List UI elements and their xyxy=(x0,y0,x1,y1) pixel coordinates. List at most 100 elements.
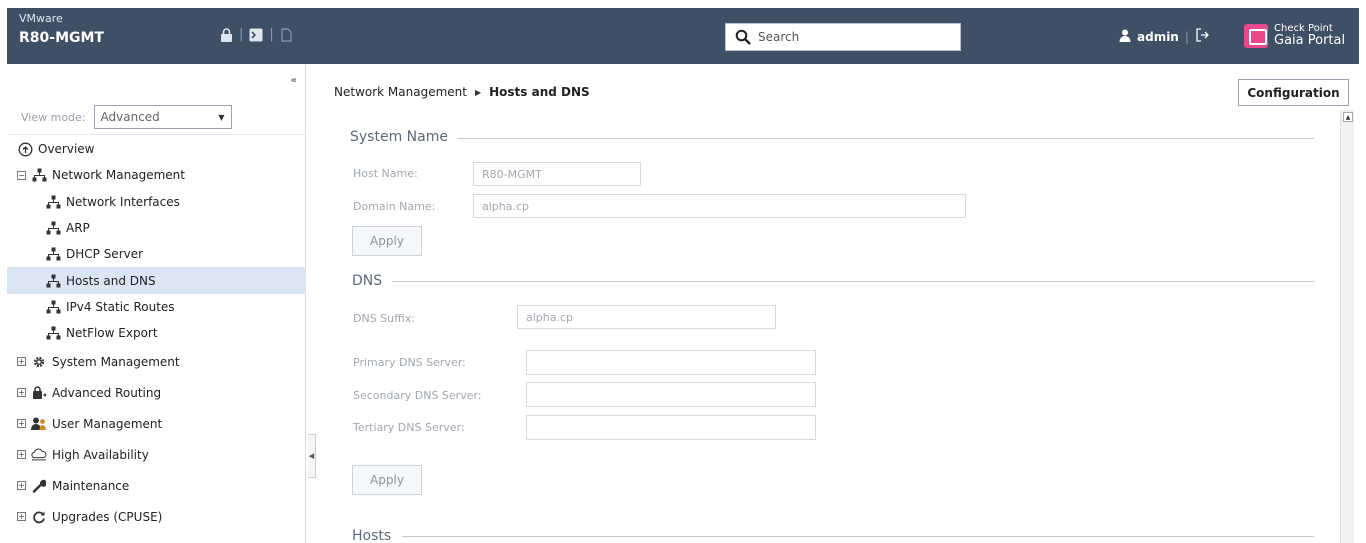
header-tools: | | xyxy=(219,27,294,42)
secondary-dns-field[interactable] xyxy=(526,382,816,407)
view-mode-label: View mode: xyxy=(21,110,86,124)
sidebar-item-label: NetFlow Export xyxy=(66,326,158,341)
section-title-hosts: Hosts xyxy=(352,528,392,543)
expand-icon[interactable]: + xyxy=(17,512,26,522)
primary-dns-field[interactable] xyxy=(526,350,816,375)
apply-dns-button[interactable]: Apply xyxy=(352,465,422,495)
search-input[interactable] xyxy=(758,30,948,44)
apply-system-name-button[interactable]: Apply xyxy=(352,226,422,256)
expand-icon[interactable]: + xyxy=(17,450,26,460)
network-icon xyxy=(45,273,61,289)
network-icon xyxy=(31,167,47,183)
host-name-label: Host Name: xyxy=(353,167,418,180)
network-icon xyxy=(45,246,61,262)
vendor-label: VMware xyxy=(19,12,63,25)
dns-suffix-field[interactable]: alpha.cp xyxy=(517,305,776,329)
sidebar-item-maintenance[interactable]: + Maintenance xyxy=(7,470,306,501)
sidebar-item-label: System Management xyxy=(52,354,180,369)
sidebar-item-label: Overview xyxy=(38,142,95,157)
brand: VMware R80-MGMT xyxy=(19,12,104,49)
search-box[interactable] xyxy=(725,23,961,51)
lock-icon[interactable] xyxy=(219,27,233,42)
divider xyxy=(7,134,306,135)
top-header: VMware R80-MGMT | | admin | Ch xyxy=(7,8,1359,64)
sidebar-item-arp[interactable]: ARP xyxy=(7,215,306,241)
user-menu[interactable]: admin | xyxy=(1119,28,1209,45)
section-divider xyxy=(458,138,1314,139)
sidebar-item-dhcp-server[interactable]: DHCP Server xyxy=(7,241,306,267)
sidebar-item-advanced-routing[interactable]: + Advanced Routing xyxy=(7,377,306,408)
section-title-system-name: System Name xyxy=(350,129,448,145)
network-icon xyxy=(45,325,61,341)
primary-dns-label: Primary DNS Server: xyxy=(353,356,466,369)
chevron-right-icon: ▶ xyxy=(474,87,482,97)
expand-icon[interactable]: + xyxy=(17,357,26,367)
sidebar-item-label: Hosts and DNS xyxy=(66,273,156,288)
checkpoint-logo: Check Point Gaia Portal xyxy=(1244,23,1345,48)
separator: | xyxy=(239,27,244,42)
expand-icon[interactable]: + xyxy=(17,481,26,491)
sidebar-item-network-interfaces[interactable]: Network Interfaces xyxy=(7,189,306,215)
domain-name-label: Domain Name: xyxy=(353,200,436,213)
breadcrumb-current: Hosts and DNS xyxy=(489,85,590,99)
network-icon xyxy=(45,220,61,236)
expand-icon[interactable]: + xyxy=(17,388,26,398)
domain-name-field[interactable]: alpha.cp xyxy=(473,194,966,218)
section-title-dns: DNS xyxy=(352,273,383,289)
logo-text: Check Point Gaia Portal xyxy=(1274,23,1345,48)
secondary-dns-label: Secondary DNS Server: xyxy=(353,389,482,402)
overview-icon xyxy=(17,141,33,157)
chevron-down-icon: ▼ xyxy=(218,112,225,122)
scroll-up-icon[interactable]: ▲ xyxy=(1343,112,1353,122)
expand-icon[interactable]: + xyxy=(17,419,26,429)
sidebar-item-label: Network Interfaces xyxy=(66,194,180,209)
sidebar-item-upgrades-cpuse[interactable]: + Upgrades (CPUSE) xyxy=(7,501,306,532)
logout-icon[interactable] xyxy=(1195,28,1209,45)
users-icon xyxy=(31,416,47,432)
terminal-icon[interactable] xyxy=(249,28,263,42)
network-icon xyxy=(45,299,61,315)
routing-icon xyxy=(31,385,47,401)
sidebar-item-hosts-and-dns[interactable]: Hosts and DNS xyxy=(7,267,306,294)
user-icon xyxy=(1119,29,1131,45)
host-name-field[interactable]: R80-MGMT xyxy=(473,162,641,186)
sidebar-item-label: DHCP Server xyxy=(66,247,144,262)
sidebar-item-label: Maintenance xyxy=(52,478,130,493)
document-icon[interactable] xyxy=(280,27,294,42)
vertical-scrollbar[interactable]: ▲ xyxy=(1340,110,1354,543)
wrench-icon xyxy=(31,478,47,494)
tertiary-dns-field[interactable] xyxy=(526,415,816,440)
section-divider xyxy=(392,281,1314,282)
sidebar-item-netflow-export[interactable]: NetFlow Export xyxy=(7,320,306,346)
refresh-icon xyxy=(31,509,47,525)
sidebar-item-label: Advanced Routing xyxy=(52,385,162,400)
configuration-button[interactable]: Configuration xyxy=(1238,79,1349,106)
sidebar-item-high-availability[interactable]: + High Availability xyxy=(7,439,306,470)
sidebar-item-system-management[interactable]: + System Management xyxy=(7,346,306,377)
sidebar-resize-handle[interactable]: ◀ xyxy=(308,434,316,478)
hostname-label: R80-MGMT xyxy=(19,30,104,46)
separator: | xyxy=(1184,29,1189,44)
sidebar-item-overview[interactable]: Overview xyxy=(7,136,306,162)
username[interactable]: admin xyxy=(1137,30,1179,44)
sidebar-item-network-management[interactable]: − Network Management xyxy=(7,162,306,188)
sidebar-item-label: ARP xyxy=(66,221,90,236)
network-icon xyxy=(45,194,61,210)
breadcrumb: Network Management ▶ Hosts and DNS xyxy=(334,85,590,99)
sidebar-item-label: User Management xyxy=(52,416,163,431)
view-mode-select[interactable]: Advanced ▼ xyxy=(93,105,232,129)
collapse-icon[interactable]: − xyxy=(17,170,26,180)
tertiary-dns-label: Tertiary DNS Server: xyxy=(353,421,465,434)
view-mode: View mode: Advanced ▼ xyxy=(21,105,232,129)
sidebar-item-label: Network Management xyxy=(52,168,185,183)
sidebar: « View mode: Advanced ▼ Overview − Netwo… xyxy=(7,64,306,543)
sidebar-item-user-management[interactable]: + User Management xyxy=(7,408,306,439)
sidebar-item-label: High Availability xyxy=(52,447,149,462)
gear-icon xyxy=(31,354,47,370)
search-icon[interactable] xyxy=(732,26,754,48)
checkpoint-logo-icon xyxy=(1244,23,1268,48)
sidebar-item-ipv4-static-routes[interactable]: IPv4 Static Routes xyxy=(7,294,306,320)
nav-tree: Overview − Network Management Network In… xyxy=(7,136,306,532)
breadcrumb-parent[interactable]: Network Management xyxy=(334,85,467,99)
collapse-sidebar-button[interactable]: « xyxy=(291,75,297,86)
